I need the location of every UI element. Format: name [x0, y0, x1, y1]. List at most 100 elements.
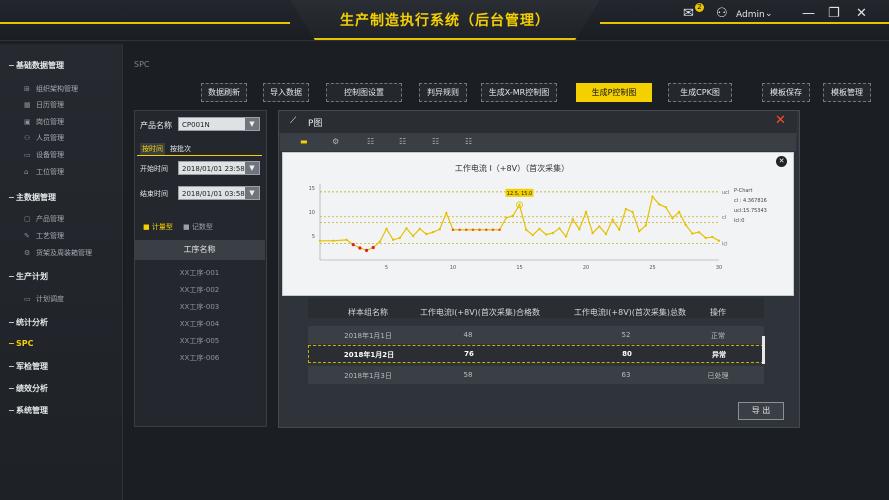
process-item[interactable]: XX工序-004 — [134, 319, 265, 329]
data-point — [644, 224, 648, 227]
sidebar-group-basic-data[interactable]: −基础数据管理 — [8, 60, 64, 71]
data-point — [538, 227, 541, 230]
data-point — [697, 230, 701, 234]
tab-by-time[interactable]: 按时间 — [140, 143, 165, 155]
sidebar-group-statistics[interactable]: −统计分析 — [8, 317, 48, 328]
data-point — [465, 228, 468, 232]
data-point — [345, 238, 348, 242]
y-tick-label: 5 — [312, 234, 315, 240]
refresh-data-button[interactable]: 数据刷新 — [201, 83, 247, 102]
rules-button[interactable]: 判异规则 — [419, 83, 467, 102]
sidebar-item-post[interactable]: ▣ 岗位管理 — [24, 117, 64, 127]
sidebar-group-production-plan[interactable]: −生产计划 — [8, 271, 48, 282]
mail-icon[interactable]: ✉ — [683, 6, 694, 21]
data-point — [418, 227, 421, 230]
tab-by-batch[interactable]: 按批次 — [170, 144, 191, 154]
sidebar-group-military-inspection[interactable]: −军检管理 — [8, 361, 48, 372]
start-time-input[interactable]: 2018/01/01 23:58 ▼ — [178, 161, 260, 175]
process-item[interactable]: XX工序-002 — [134, 285, 265, 295]
sidebar-item-process[interactable]: ✎ 工艺管理 — [24, 231, 64, 241]
cell-action[interactable]: 正常 — [658, 331, 778, 341]
type-measure-option[interactable]: ■ 计量型 — [143, 222, 173, 232]
settings-icon[interactable]: ⚙ — [332, 137, 339, 146]
product-select[interactable]: CP001N ▼ — [178, 117, 260, 131]
highlight-label: 12.5, 15.0 — [507, 191, 532, 197]
process-item[interactable]: XX工序-005 — [134, 336, 265, 346]
columns-icon[interactable]: ☷ — [465, 137, 472, 146]
import-data-button[interactable]: 导入数据 — [263, 83, 309, 102]
data-point — [677, 210, 681, 214]
generate-xmr-button[interactable]: 生成X-MR控制图 — [481, 83, 557, 102]
table-row[interactable]: 2018年1月3日 58 63 已处理 — [308, 366, 764, 384]
data-point — [717, 239, 721, 242]
chart-view-icon[interactable]: ▬ — [300, 137, 308, 146]
generate-cpk-button[interactable]: 生成CPK图 — [668, 83, 732, 102]
generate-p-chart-button[interactable]: 生成P控制图 — [576, 83, 652, 102]
table-row[interactable]: 2018年1月1日 48 52 正常 — [308, 326, 764, 344]
minimize-icon[interactable]: — — [802, 6, 815, 21]
legend-entry: ucl:15.75343 — [734, 208, 767, 214]
data-point — [598, 225, 601, 228]
export-button[interactable]: 导 出 — [738, 402, 784, 420]
save-template-button[interactable]: 模板保存 — [762, 83, 810, 102]
chart-settings-button[interactable]: 控制图设置 — [326, 83, 402, 102]
limit-line-label: ucl — [722, 190, 729, 196]
end-time-label: 结束时间 — [140, 190, 168, 198]
legend-entry: P-Chart — [734, 188, 752, 194]
data-point — [318, 239, 322, 242]
grid-icon[interactable]: ☷ — [399, 137, 406, 146]
table-icon[interactable]: ☷ — [432, 137, 439, 146]
message-count-badge: 2 — [695, 3, 704, 12]
cell-action[interactable]: 异常 — [659, 350, 779, 360]
manage-template-button[interactable]: 模板管理 — [823, 83, 871, 102]
limit-line-label: cl — [722, 215, 726, 221]
sidebar-item-org[interactable]: ⊞ 组织架构管理 — [24, 84, 78, 94]
chart-title: 工作电流 I（+8V）（首次采集） — [455, 163, 569, 173]
cell-action[interactable]: 已处理 — [658, 371, 778, 381]
sidebar-item-equipment[interactable]: ▭ 设备管理 — [24, 150, 64, 160]
p-chart: 工作电流 I（+8V）（首次采集） ucl cl lcl 5 10 15 20 25 30 5 1… — [309, 163, 767, 271]
data-point — [657, 203, 661, 206]
sidebar-item-staff[interactable]: ⚇ 人员管理 — [24, 133, 64, 143]
sidebar-item-product[interactable]: ▢ 产品管理 — [24, 214, 64, 224]
process-item[interactable]: XX工序-001 — [134, 268, 265, 278]
data-point — [505, 216, 508, 219]
type-count-option[interactable]: ■ 记数型 — [183, 222, 213, 232]
user-name[interactable]: Admin — [736, 10, 765, 20]
sidebar-group-performance[interactable]: −绩效分析 — [8, 383, 48, 394]
table-scrollbar[interactable] — [762, 336, 765, 364]
process-item[interactable]: XX工序-006 — [134, 353, 265, 363]
sidebar-item-station[interactable]: ⌂ 工位管理 — [24, 167, 64, 177]
data-point — [571, 218, 574, 221]
close-window-icon[interactable]: ✕ — [856, 6, 867, 21]
x-tick-label: 25 — [649, 265, 655, 271]
end-time-input[interactable]: 2018/01/01 03:58 ▼ — [178, 186, 260, 200]
sidebar-group-master-data[interactable]: −主数据管理 — [8, 192, 56, 203]
restore-icon[interactable]: ❐ — [828, 6, 840, 21]
x-tick-label: 30 — [716, 265, 722, 271]
data-point — [471, 228, 475, 232]
user-avatar-icon[interactable]: ⚇ — [716, 6, 728, 21]
close-icon[interactable]: ✕ — [775, 113, 786, 128]
data-point — [511, 214, 515, 218]
data-point — [578, 228, 581, 231]
legend-entry: lcl:0 — [734, 218, 744, 224]
col-header-total: 工作电流I(+8V)(首次采集)总数 — [573, 308, 687, 317]
sidebar-item-shelf[interactable]: ⚙ 货架及周装箱管理 — [24, 248, 92, 258]
sidebar-item-calendar[interactable]: ▦ 日历管理 — [24, 100, 64, 110]
col-header-action: 操作 — [710, 308, 726, 317]
sidebar-group-spc[interactable]: −SPC — [8, 339, 34, 348]
sidebar: −基础数据管理 ⊞ 组织架构管理 ▦ 日历管理 ▣ 岗位管理 ⚇ 人员管理 ▭ 设备管理 … — [0, 44, 123, 500]
data-point — [391, 238, 395, 242]
chevron-down-icon[interactable]: ⌄ — [765, 9, 773, 19]
x-tick-label: 5 — [385, 265, 388, 271]
end-time-value: 2018/01/01 03:58 — [182, 190, 245, 198]
process-list-header: 工序名称 — [134, 240, 265, 260]
data-point — [544, 233, 548, 236]
data-point — [564, 235, 568, 238]
sidebar-group-system[interactable]: −系统管理 — [8, 405, 48, 416]
table-row-selected[interactable]: 2018年1月2日 76 80 异常 — [308, 345, 764, 363]
list-icon[interactable]: ☷ — [367, 137, 374, 146]
process-item[interactable]: XX工序-003 — [134, 302, 265, 312]
sidebar-item-scheduling[interactable]: ▭ 计划调度 — [24, 294, 64, 304]
